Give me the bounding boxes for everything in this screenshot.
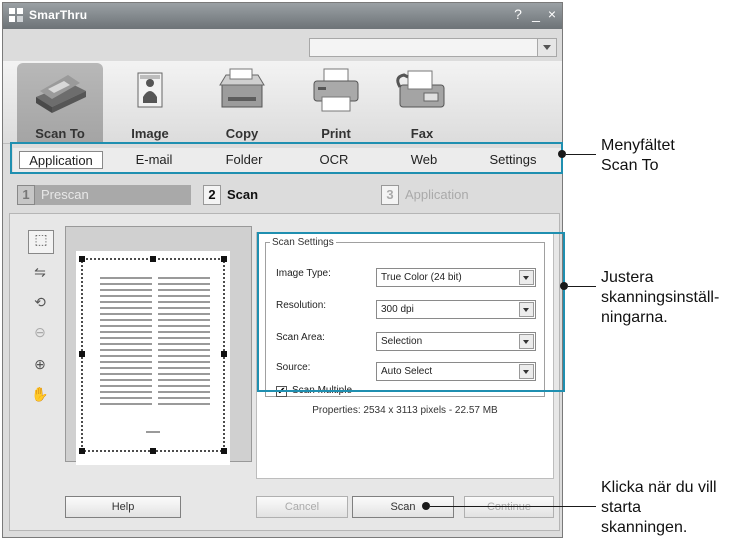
window-title: SmarThru <box>29 8 88 22</box>
tool-scan-to[interactable]: Scan To <box>17 63 103 143</box>
zoom-in-icon[interactable]: ⊕ <box>28 356 52 378</box>
callout-dot <box>558 150 566 158</box>
tool-label: Print <box>321 126 351 141</box>
step-prescan[interactable]: 1 Prescan <box>17 185 191 205</box>
device-select[interactable] <box>309 38 557 57</box>
scan-preview[interactable] <box>65 226 252 465</box>
annotation-line: Scan To <box>601 157 659 174</box>
help-button[interactable]: Help <box>65 496 181 518</box>
step-label: Prescan <box>41 187 89 202</box>
app-icon <box>9 8 23 22</box>
annotation-line: skanningen. <box>601 519 688 536</box>
hand-pan-icon[interactable]: ✋ <box>28 386 52 408</box>
annotation-line: Menyfältet <box>601 137 675 154</box>
step-application[interactable]: 3 Application <box>381 185 551 205</box>
annotation-line: starta <box>601 499 642 516</box>
close-icon[interactable]: × <box>544 6 560 22</box>
step-label: Scan <box>227 187 259 202</box>
step-number: 1 <box>17 185 35 205</box>
annotation-line: skanningsinställ- <box>601 289 720 306</box>
fax-icon <box>396 70 445 108</box>
callout-dot <box>422 502 430 510</box>
tool-print[interactable]: Print <box>293 63 379 143</box>
continue-button[interactable]: Continue <box>464 496 554 518</box>
annotation-line: ningarna. <box>601 309 668 326</box>
tool-label: Fax <box>410 126 434 141</box>
cancel-button[interactable]: Cancel <box>256 496 348 518</box>
tool-fax[interactable]: Fax <box>379 63 465 143</box>
callout-dot <box>560 282 568 290</box>
chevron-down-icon[interactable] <box>537 39 556 56</box>
callout-line <box>430 506 596 507</box>
tool-image[interactable]: Image <box>107 63 193 143</box>
main-toolbar: Scan To Image Copy Print Fax <box>3 61 562 144</box>
rotate-icon[interactable]: ⟲ <box>28 294 52 316</box>
menu-callout-frame <box>10 142 563 174</box>
image-icon <box>137 72 163 108</box>
zoom-out-icon[interactable]: ⊖ <box>28 324 52 346</box>
step-number: 3 <box>381 185 399 205</box>
title-bar: SmarThru ? _ × <box>3 3 562 29</box>
callout-line <box>568 286 596 287</box>
select-area-icon[interactable]: ⬚ <box>28 230 54 254</box>
document-thumbnail <box>79 256 227 454</box>
annotation-line: Klicka när du vill <box>601 479 717 496</box>
minimize-icon[interactable]: _ <box>528 6 544 22</box>
scan-properties: Properties: 2534 x 3113 pixels - 22.57 M… <box>312 405 498 416</box>
step-scan[interactable]: 2 Scan <box>203 185 379 205</box>
step-indicator: 1 Prescan 2 Scan 3 Application <box>3 179 562 209</box>
scanner-icon <box>36 75 86 113</box>
copier-icon <box>219 68 265 108</box>
annotation-line: Justera <box>601 269 654 286</box>
menu-annotation: Menyfältet Scan To <box>601 136 675 176</box>
scan-button[interactable]: Scan <box>352 496 454 518</box>
preview-page <box>76 251 230 465</box>
tool-label: Image <box>131 126 169 141</box>
tool-label: Scan To <box>35 126 85 141</box>
step-number: 2 <box>203 185 221 205</box>
tool-copy[interactable]: Copy <box>199 63 285 143</box>
help-icon[interactable]: ? <box>510 6 526 22</box>
settings-callout-frame <box>257 232 565 392</box>
step-label: Application <box>405 187 469 202</box>
tool-label: Copy <box>225 126 259 141</box>
flip-horizontal-icon[interactable]: ⇋ <box>28 264 52 286</box>
settings-annotation: Justera skanningsinställ- ningarna. <box>601 268 719 328</box>
scan-annotation: Klicka när du vill starta skanningen. <box>601 478 717 538</box>
printer-icon <box>313 68 359 112</box>
callout-line <box>566 154 596 155</box>
